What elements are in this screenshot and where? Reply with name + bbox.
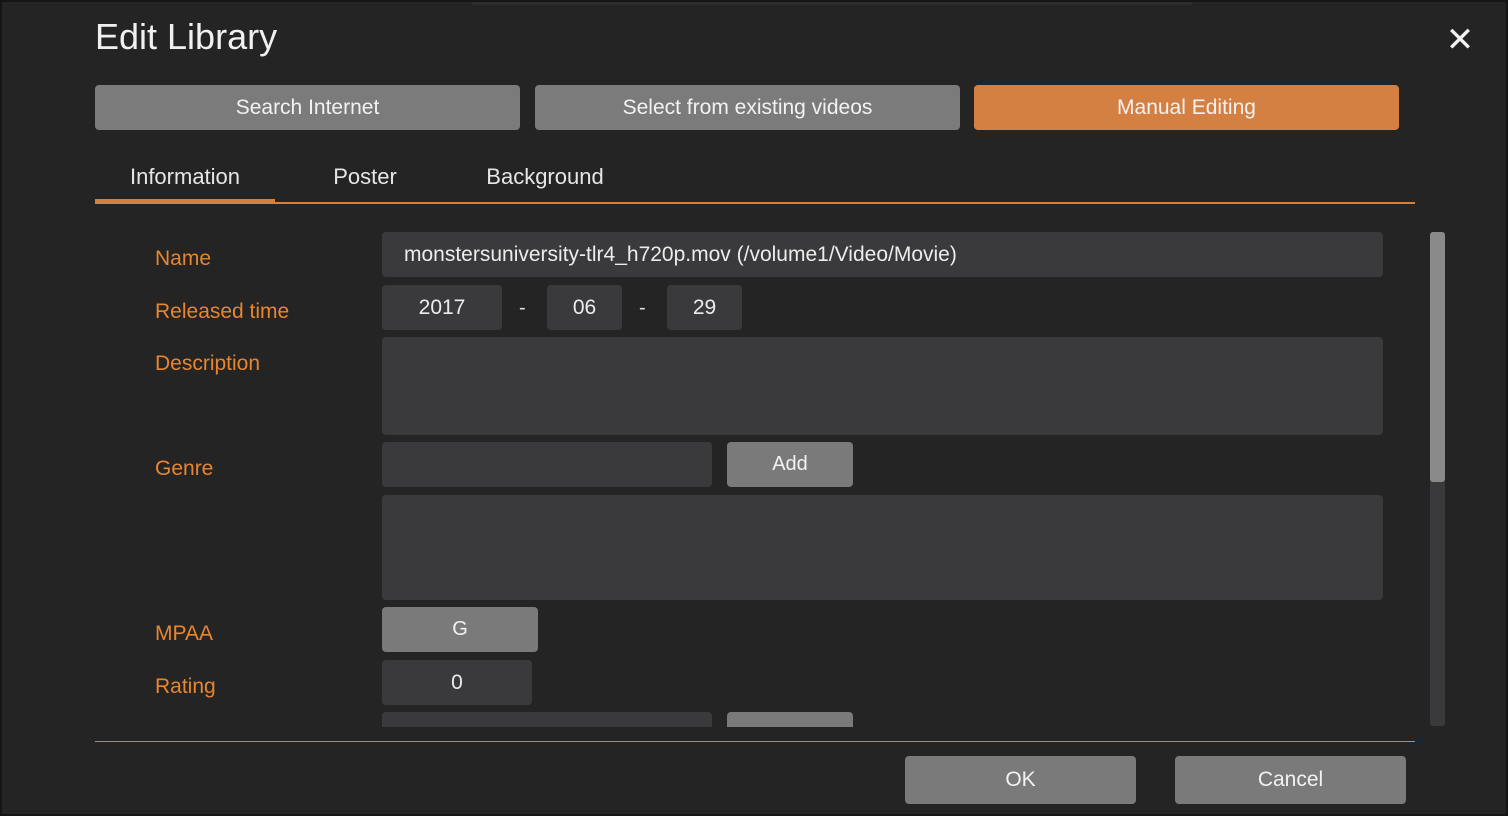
tab-background[interactable]: Background	[455, 152, 635, 202]
mpaa-select[interactable]: G	[382, 607, 538, 652]
name-label: Name	[155, 247, 212, 270]
mpaa-label: MPAA	[155, 622, 213, 645]
cancel-button[interactable]: Cancel	[1175, 756, 1406, 804]
footer-divider	[95, 741, 1415, 742]
date-separator: -	[639, 297, 646, 319]
search-internet-button[interactable]: Search Internet	[95, 85, 520, 130]
ok-button[interactable]: OK	[905, 756, 1136, 804]
genre-label: Genre	[155, 457, 214, 480]
released-year-field[interactable]: 2017	[382, 285, 502, 330]
genre-input[interactable]	[382, 442, 712, 487]
description-textarea[interactable]	[382, 337, 1383, 435]
date-separator: -	[519, 297, 526, 319]
manual-editing-button[interactable]: Manual Editing	[974, 85, 1399, 130]
rating-field[interactable]: 0	[382, 660, 532, 705]
tab-information[interactable]: Information	[95, 152, 275, 204]
name-field[interactable]: monstersuniversity-tlr4_h720p.mov (/volu…	[382, 232, 1383, 277]
dialog-title: Edit Library	[95, 16, 278, 57]
genre-list[interactable]	[382, 495, 1383, 600]
edit-library-dialog: Edit Library ✕ Search Internet Select fr…	[0, 0, 1508, 816]
information-form: Name monstersuniversity-tlr4_h720p.mov (…	[95, 217, 1425, 727]
next-button-partial[interactable]	[727, 712, 853, 727]
tab-poster[interactable]: Poster	[275, 152, 455, 202]
tab-bar: Information Poster Background	[95, 152, 1415, 204]
add-genre-button[interactable]: Add	[727, 442, 853, 487]
released-time-label: Released time	[155, 300, 290, 323]
released-day-field[interactable]: 29	[667, 285, 742, 330]
close-icon[interactable]: ✕	[1442, 22, 1478, 58]
description-label: Description	[155, 352, 261, 375]
background-strip	[472, 2, 1192, 5]
released-month-field[interactable]: 06	[547, 285, 622, 330]
next-input-partial[interactable]	[382, 712, 712, 727]
select-existing-videos-button[interactable]: Select from existing videos	[535, 85, 960, 130]
rating-label: Rating	[155, 675, 216, 698]
form-scrollbar[interactable]	[1430, 232, 1445, 726]
scrollbar-thumb[interactable]	[1430, 232, 1445, 482]
